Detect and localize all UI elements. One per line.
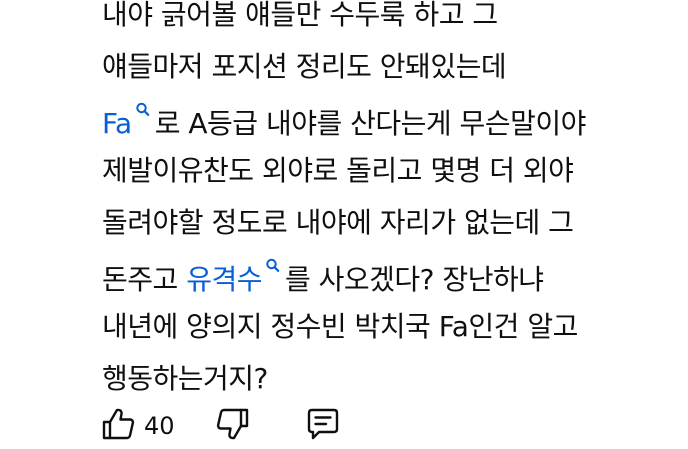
reply-button[interactable] xyxy=(305,406,341,446)
dislike-button[interactable] xyxy=(215,406,251,446)
comment-line: 돌려야할 정도로 내야에 자리가 없는데 그 xyxy=(102,205,682,257)
comment-actions: 40 xyxy=(100,404,341,448)
search-link-fa[interactable]: Fa xyxy=(102,102,155,140)
comment-line-text: 를 사오겠다? 장난하냐 xyxy=(284,263,544,296)
comment-line-text: 내야 긁어볼 얘들만 수두룩 하고 그 xyxy=(102,0,498,31)
comment-line-text: 내년에 양의지 정수빈 박치국 Fa인건 알고 xyxy=(102,310,578,343)
search-icon[interactable] xyxy=(135,101,151,121)
comment-screen: 내야 긁어볼 얘들만 수두룩 하고 그 얘들마저 포지션 정리도 안돼있는데 F… xyxy=(0,0,688,449)
search-icon[interactable] xyxy=(265,257,281,277)
comment-icon[interactable] xyxy=(305,406,341,446)
comment-line: 제발이유찬도 외야로 돌리고 몇명 더 외야 xyxy=(102,153,682,205)
comment-line-text: 행동하는거지? xyxy=(102,362,268,395)
comment-line: 내년에 양의지 정수빈 박치국 Fa인건 알고 xyxy=(102,309,682,361)
thumbs-down-icon[interactable] xyxy=(215,406,251,446)
comment-line-text: 로 A등급 내야를 산다는게 무슨말이야 xyxy=(154,107,587,140)
comment-line: 돈주고 유격수 를 사오겠다? 장난하냐 xyxy=(102,257,682,309)
like-button[interactable]: 40 xyxy=(100,406,175,446)
comment-line: 내야 긁어볼 얘들만 수두룩 하고 그 xyxy=(102,0,682,49)
comment-text: 내야 긁어볼 얘들만 수두룩 하고 그 얘들마저 포지션 정리도 안돼있는데 F… xyxy=(102,0,682,413)
thumbs-up-icon[interactable] xyxy=(100,406,136,446)
comment-line-text: 얘들마저 포지션 정리도 안돼있는데 xyxy=(102,50,507,83)
comment-line-text: 돌려야할 정도로 내야에 자리가 없는데 그 xyxy=(102,206,574,239)
comment-line: Fa 로 A등급 내야를 산다는게 무슨말이야 xyxy=(102,101,682,153)
search-link-label[interactable]: Fa xyxy=(102,107,132,140)
comment-line-text: 제발이유찬도 외야로 돌리고 몇명 더 외야 xyxy=(102,154,574,187)
comment-line: 얘들마저 포지션 정리도 안돼있는데 xyxy=(102,49,682,101)
search-link-label[interactable]: 유격수 xyxy=(186,263,262,296)
comment-line-text: 돈주고 xyxy=(102,263,187,296)
search-link-shortstop[interactable]: 유격수 xyxy=(186,258,285,296)
like-count: 40 xyxy=(144,412,175,440)
